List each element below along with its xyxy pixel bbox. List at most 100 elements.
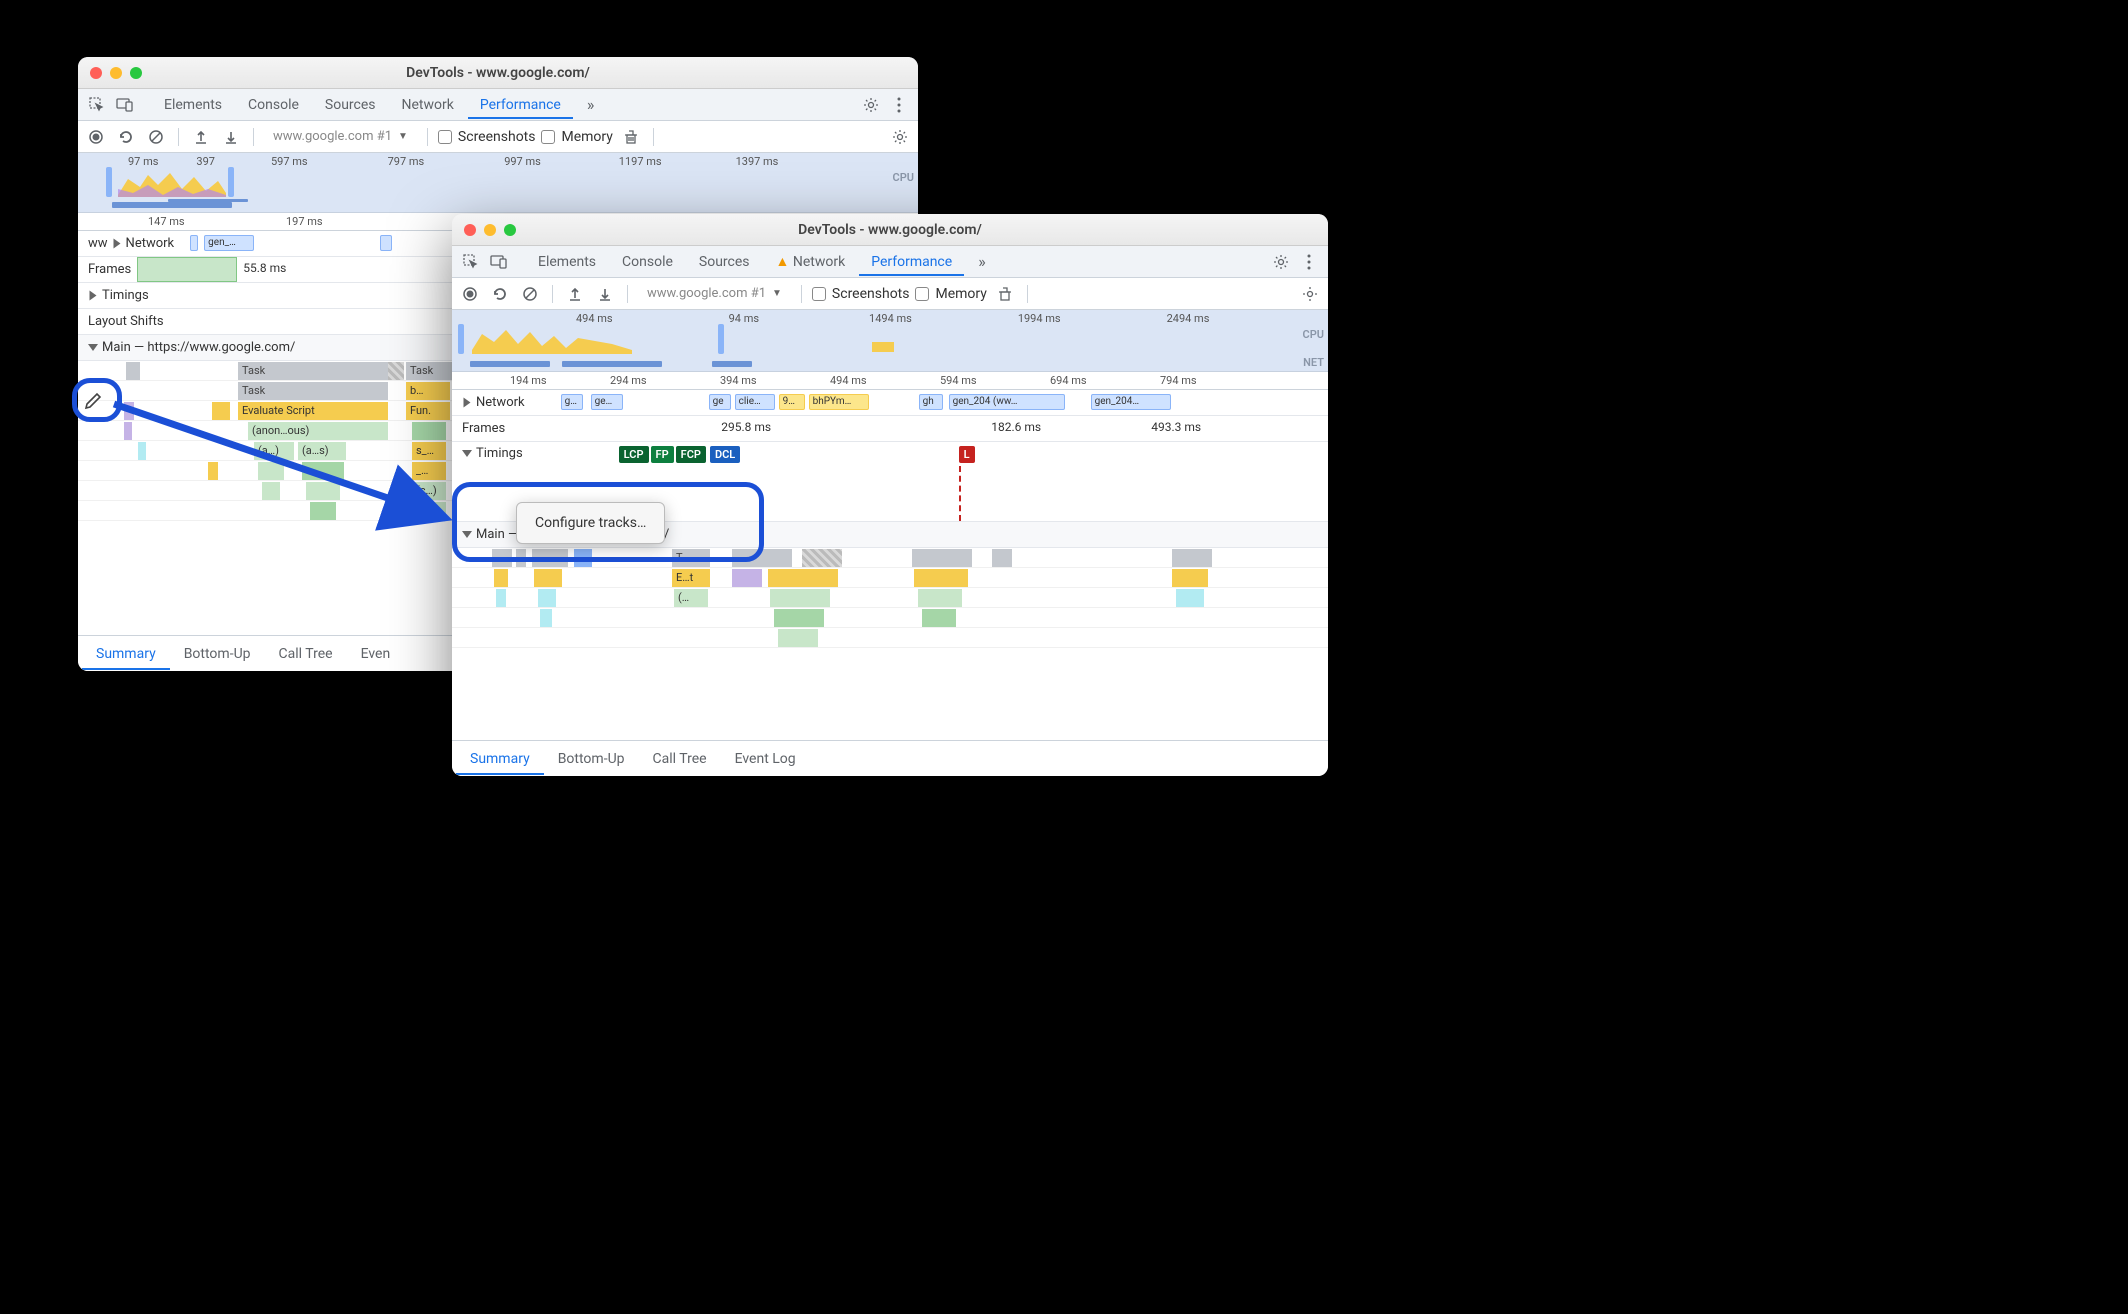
panel-tabbar: Elements Console Sources ▲ Network Perfo… [452, 246, 1328, 278]
screenshots-checkbox[interactable] [812, 287, 826, 301]
net-item[interactable]: bhPYm… [809, 394, 869, 410]
tab-console[interactable]: Console [236, 91, 311, 119]
ruler-tick: 594 ms [940, 374, 977, 387]
net-item[interactable]: gen_… [204, 235, 254, 251]
flame-bar[interactable]: T… [672, 549, 710, 567]
record-icon[interactable] [84, 125, 108, 149]
gear-icon[interactable] [1298, 282, 1322, 306]
traffic-lights[interactable] [90, 67, 142, 79]
frame-value: 182.6 ms [991, 420, 1041, 434]
detail-tab-calltree[interactable]: Call Tree [639, 743, 721, 775]
timing-badge: FP [651, 446, 674, 463]
kebab-icon[interactable] [886, 92, 912, 118]
net-item[interactable]: ge [709, 394, 731, 410]
net-item[interactable]: g… [561, 394, 583, 410]
detail-tab-eventlog[interactable]: Even [347, 638, 405, 670]
net-item[interactable] [190, 235, 198, 251]
upload-icon[interactable] [563, 282, 587, 306]
more-tabs-icon[interactable]: » [575, 89, 607, 120]
profile-selector[interactable]: www.google.com #1 ▼ [638, 283, 791, 304]
download-icon[interactable] [219, 125, 243, 149]
maximize-icon[interactable] [504, 224, 516, 236]
flame-bar[interactable]: E…t [672, 569, 710, 587]
net-item[interactable]: gh [919, 394, 943, 410]
menu-configure-tracks[interactable]: Configure tracks… [517, 509, 664, 537]
devtools-window-2: DevTools - www.google.com/ Elements Cons… [452, 214, 1328, 776]
track-network[interactable]: Network g… ge… ge clie… 9… bhPYm… gh gen… [452, 390, 1328, 416]
tab-sources[interactable]: Sources [687, 248, 762, 276]
ruler-tick: 294 ms [610, 374, 647, 387]
memory-checkbox[interactable] [541, 130, 555, 144]
tab-performance[interactable]: Performance [859, 248, 964, 276]
ruler-tick: 194 ms [510, 374, 547, 387]
clear-icon[interactable] [518, 282, 542, 306]
net-item[interactable]: gen_204 (ww… [949, 394, 1065, 410]
tab-elements[interactable]: Elements [526, 248, 608, 276]
annotation-arrow [100, 398, 470, 548]
timeline-overview[interactable]: 97 ms 397 597 ms 797 ms 997 ms 1197 ms 1… [78, 153, 918, 213]
gear-icon[interactable] [888, 125, 912, 149]
inspect-icon[interactable] [84, 92, 110, 118]
record-icon[interactable] [458, 282, 482, 306]
detail-tab-calltree[interactable]: Call Tree [265, 638, 347, 670]
profile-name: www.google.com #1 [273, 129, 392, 144]
ruler-tick: 197 ms [286, 215, 323, 228]
gear-icon[interactable] [1268, 249, 1294, 275]
detail-tab-summary[interactable]: Summary [456, 743, 544, 775]
ruler-tick: 694 ms [1050, 374, 1087, 387]
more-tabs-icon[interactable]: » [966, 246, 998, 277]
close-icon[interactable] [90, 67, 102, 79]
detail-tab-bottomup[interactable]: Bottom-Up [170, 638, 265, 670]
minimize-icon[interactable] [484, 224, 496, 236]
minimize-icon[interactable] [110, 67, 122, 79]
clear-icon[interactable] [144, 125, 168, 149]
tab-network[interactable]: Network [390, 91, 466, 119]
garbage-icon[interactable] [619, 125, 643, 149]
edit-icon[interactable] [84, 390, 104, 410]
traffic-lights[interactable] [464, 224, 516, 236]
device-icon[interactable] [112, 92, 138, 118]
tab-elements[interactable]: Elements [152, 91, 234, 119]
tab-console[interactable]: Console [610, 248, 685, 276]
kebab-icon[interactable] [1296, 249, 1322, 275]
flame-bar[interactable]: Task [238, 362, 388, 380]
detail-tab-bottomup[interactable]: Bottom-Up [544, 743, 639, 775]
window-title: DevTools - www.google.com/ [78, 65, 918, 81]
net-item[interactable]: ge… [591, 394, 623, 410]
track-frames[interactable]: Frames 295.8 ms 182.6 ms 493.3 ms [452, 416, 1328, 442]
inspect-icon[interactable] [458, 249, 484, 275]
profile-selector[interactable]: www.google.com #1 ▼ [264, 126, 417, 147]
device-icon[interactable] [486, 249, 512, 275]
screenshots-checkbox[interactable] [438, 130, 452, 144]
warning-icon: ▲ [776, 254, 790, 270]
tab-sources[interactable]: Sources [313, 91, 388, 119]
flame-bar[interactable]: Task [406, 362, 456, 380]
detail-ruler[interactable]: 194 ms 294 ms 394 ms 494 ms 594 ms 694 m… [452, 372, 1328, 390]
timing-badge: L [959, 446, 975, 463]
tab-performance[interactable]: Performance [468, 91, 573, 119]
detail-tab-eventlog[interactable]: Event Log [721, 743, 810, 775]
maximize-icon[interactable] [130, 67, 142, 79]
upload-icon[interactable] [189, 125, 213, 149]
flame-bar[interactable]: (… [674, 589, 708, 607]
net-item[interactable]: clie… [735, 394, 775, 410]
net-item[interactable]: 9… [779, 394, 805, 410]
tab-network[interactable]: ▲ Network [764, 247, 858, 276]
garbage-icon[interactable] [993, 282, 1017, 306]
flame-chart[interactable]: T… E…t (… [452, 548, 1328, 740]
perf-toolbar: www.google.com #1 ▼ Screenshots Memory [452, 278, 1328, 310]
context-menu[interactable]: Configure tracks… [516, 502, 665, 544]
ruler-tick: 394 ms [720, 374, 757, 387]
detail-tab-summary[interactable]: Summary [82, 638, 170, 670]
gear-icon[interactable] [858, 92, 884, 118]
download-icon[interactable] [593, 282, 617, 306]
frame-value: 295.8 ms [721, 420, 771, 434]
close-icon[interactable] [464, 224, 476, 236]
net-overview [78, 202, 918, 208]
reload-icon[interactable] [114, 125, 138, 149]
net-item[interactable]: gen_204… [1091, 394, 1171, 410]
net-item[interactable] [380, 235, 392, 251]
timeline-overview[interactable]: 494 ms 94 ms 1494 ms 1994 ms 2494 ms CPU… [452, 310, 1328, 372]
reload-icon[interactable] [488, 282, 512, 306]
memory-checkbox[interactable] [915, 287, 929, 301]
